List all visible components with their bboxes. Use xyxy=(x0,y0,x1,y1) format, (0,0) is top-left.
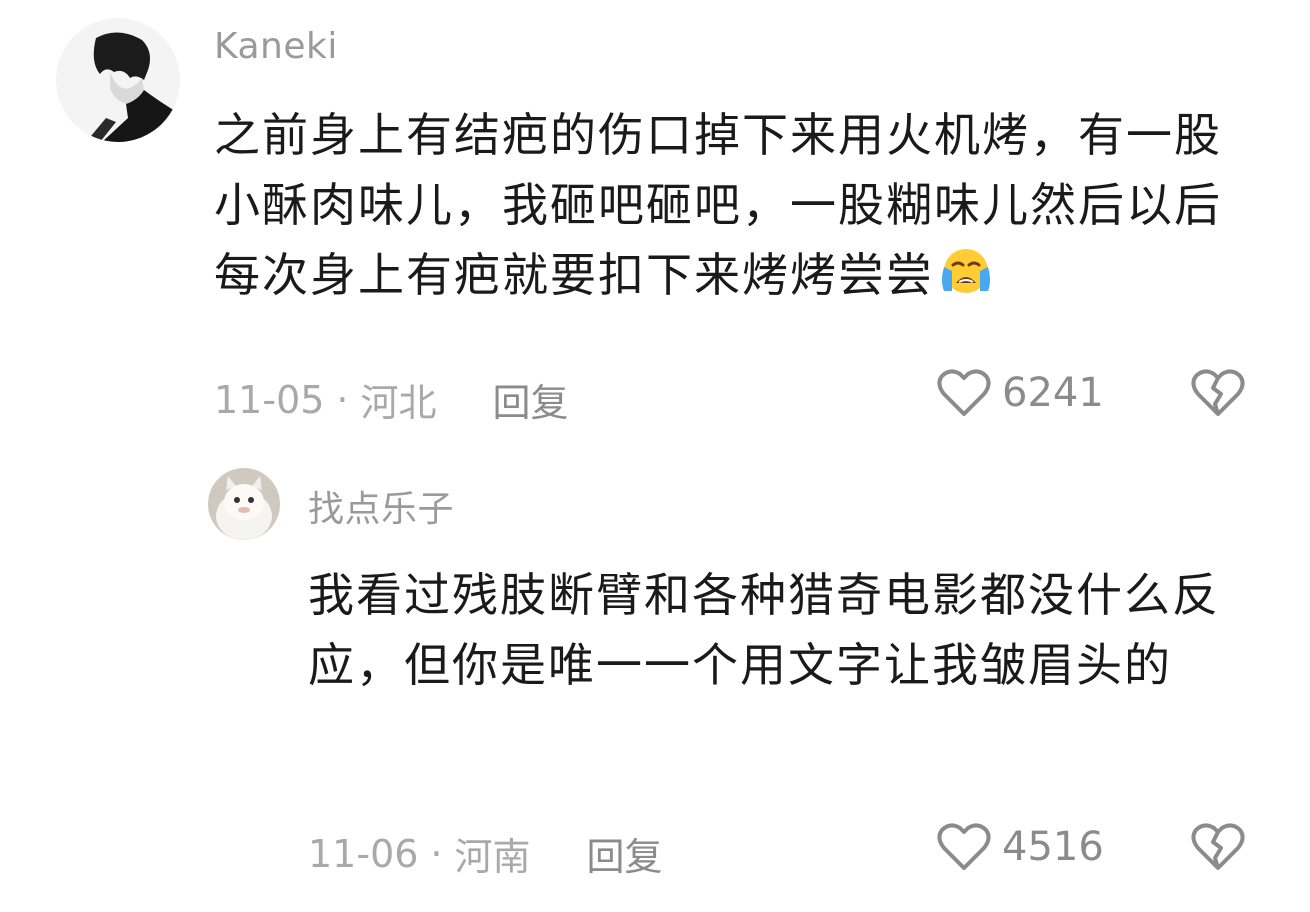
comment-location: 河南 xyxy=(454,835,531,879)
comment-text: 我看过残肢断臂和各种猎奇电影都没什么反应，但你是唯一一个用文字让我皱眉头的 xyxy=(308,568,1220,692)
broken-heart-icon xyxy=(1190,368,1246,418)
comment-item: Kaneki 之前身上有结疤的伤口掉下来用火机烤，有一股小酥肉味儿，我砸吧砸吧，… xyxy=(0,0,1310,450)
avatar[interactable] xyxy=(208,468,280,540)
like-button[interactable]: 4516 xyxy=(936,822,1104,872)
comment-text: 之前身上有结疤的伤口掉下来用火机烤，有一股小酥肉味儿，我砸吧砸吧，一股糊味儿然后… xyxy=(214,100,1264,316)
separator-dot: · xyxy=(430,831,443,876)
heart-outline-icon xyxy=(936,822,992,872)
heart-outline-icon xyxy=(936,368,992,418)
like-count: 4516 xyxy=(1002,824,1104,870)
comment-meta: 11-06 · 河南 回复 xyxy=(308,826,663,881)
comment-date: 11-05 xyxy=(214,377,325,422)
comment-location: 河北 xyxy=(360,381,437,425)
comment-meta: 11-05 · 河北 回复 xyxy=(214,372,569,427)
dislike-button[interactable] xyxy=(1190,822,1246,872)
comment-date: 11-06 xyxy=(308,831,419,876)
dislike-button[interactable] xyxy=(1190,368,1246,418)
reply-button[interactable]: 回复 xyxy=(587,826,663,881)
username[interactable]: 找点乐子 xyxy=(308,480,454,532)
comment-text-body: 之前身上有结疤的伤口掉下来用火机烤，有一股小酥肉味儿，我砸吧砸吧，一股糊味儿然后… xyxy=(214,108,1222,302)
reply-button[interactable]: 回复 xyxy=(493,372,569,427)
avatar[interactable] xyxy=(56,18,180,142)
like-button[interactable]: 6241 xyxy=(936,368,1104,418)
like-count: 6241 xyxy=(1002,370,1104,416)
separator-dot: · xyxy=(336,377,349,422)
loudly-crying-face-icon xyxy=(936,245,996,316)
username[interactable]: Kaneki xyxy=(214,26,338,67)
broken-heart-icon xyxy=(1190,822,1246,872)
reply-item: 找点乐子 我看过残肢断臂和各种猎奇电影都没什么反应，但你是唯一一个用文字让我皱眉… xyxy=(0,450,1310,912)
